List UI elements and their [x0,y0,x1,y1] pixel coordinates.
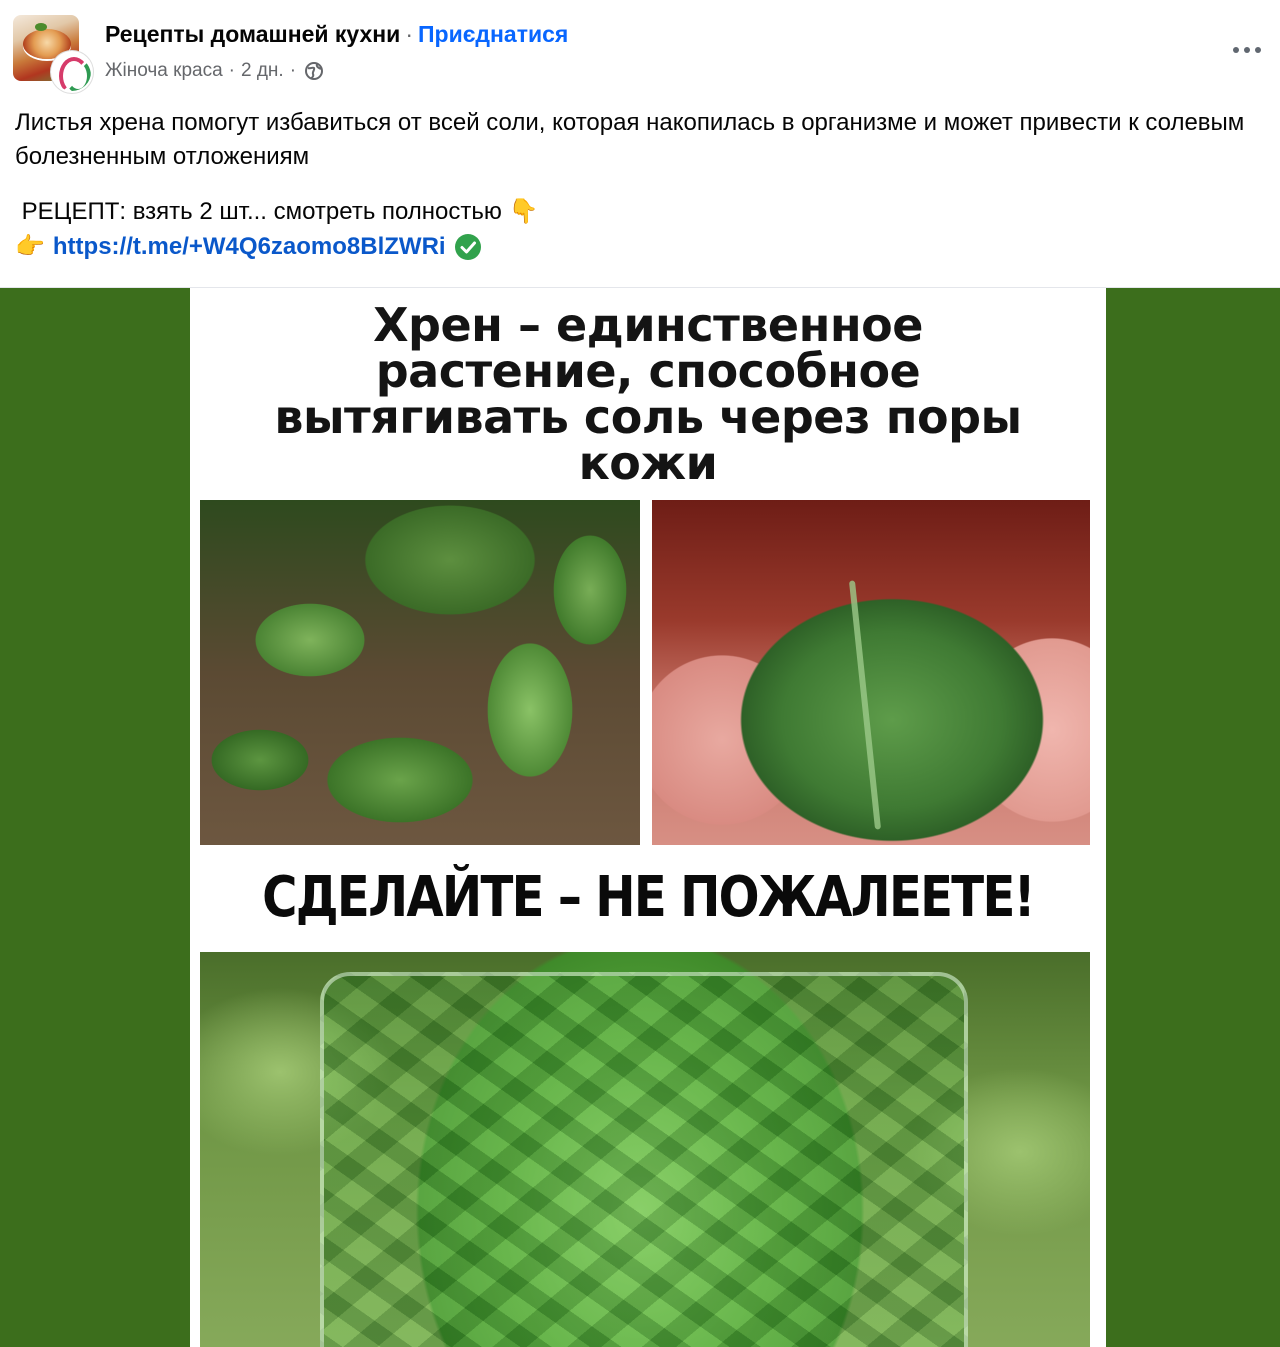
separator-dot: · [405,21,413,47]
page-name-link[interactable]: Рецепты домашней кухни [105,21,400,47]
jar-shape [320,972,968,1347]
headline-line: Хрен – единственное [373,298,923,352]
post-message: Листья хрена помогут избавиться от всей … [15,109,1245,170]
telegram-link[interactable]: https://t.me/+W4Q6zaomo8BlZWRi [53,230,446,264]
meme-headline: Хрен – единственное растение, способное … [190,302,1106,486]
more-options-icon [1233,47,1239,53]
pointing-down-emoji: 👇 [508,198,539,225]
pointing-right-emoji: 👉 [15,233,45,260]
separator-dot: · [228,60,235,81]
meme-image[interactable]: Хрен – единственное растение, способное … [190,288,1106,1347]
post-media[interactable]: Хрен – единственное растение, способное … [0,287,1280,1347]
leaf-on-shoulder-photo [652,500,1090,845]
horseradish-plant-photo [200,500,640,845]
meme-slogan: СДЕЛАЙТЕ – НЕ ПОЖАЛЕЕТЕ! [262,865,1035,930]
globe-icon [304,61,324,81]
author-avatar[interactable] [51,51,93,93]
page-title-line: Рецепты домашней кухни · Приєднатися [105,19,568,49]
separator-dot: · [289,60,297,81]
headline-line: вытягивать соль через поры [274,390,1022,444]
facebook-post: Рецепты домашней кухни · Приєднатися Жіноч… [0,0,1280,1347]
link-row: 👉 https://t.me/+W4Q6zaomo8BlZWRi [15,230,1265,264]
more-options-button[interactable] [1222,30,1272,70]
join-button[interactable]: Приєднатися [418,21,568,47]
recipe-text: РЕЦЕПТ: взять 2 шт... смотреть полностью [15,198,509,225]
post-header: Рецепты домашней кухни · Приєднатися Жіноч… [0,0,1280,100]
leaves-in-jar-photo [200,952,1090,1347]
check-circle-icon [454,233,482,261]
headline-line: растение, способное [375,344,921,398]
author-name[interactable]: Жіноча краса [105,57,223,85]
post-time[interactable]: 2 дн. [241,57,284,85]
post-meta: Жіноча краса · 2 дн. · [105,57,324,85]
headline-line: кожи [578,436,718,490]
recipe-teaser: РЕЦЕПТ: взять 2 шт... смотреть полностью… [15,196,1265,228]
group-avatar[interactable] [13,15,93,93]
